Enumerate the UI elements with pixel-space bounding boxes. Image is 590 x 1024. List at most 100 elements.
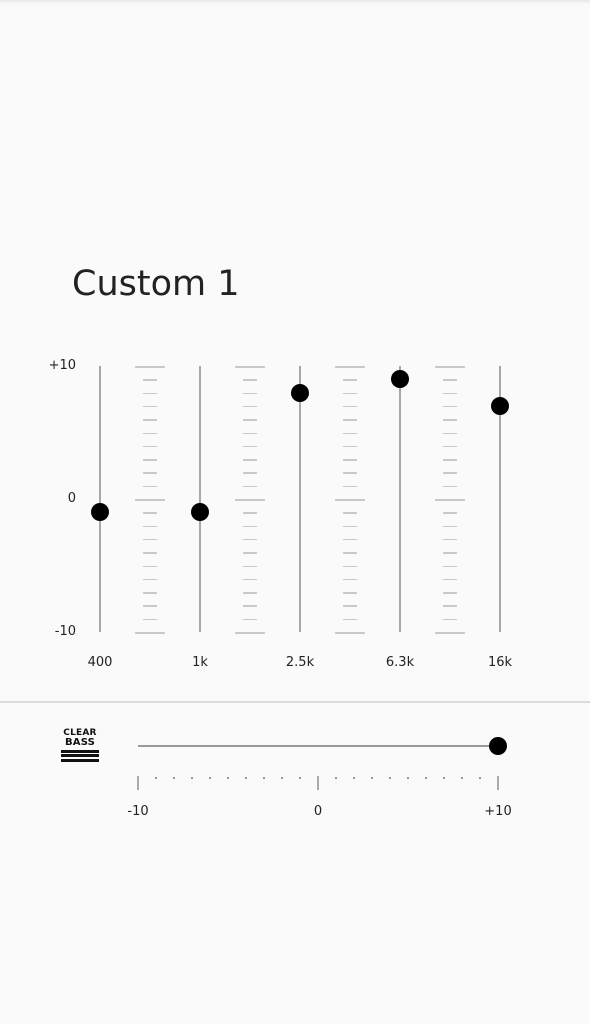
- scale-tick: [443, 419, 457, 421]
- scale-tick: [143, 432, 157, 434]
- scale-tick: [235, 499, 265, 501]
- scale-tick: [443, 405, 457, 408]
- y-label-min: -10: [54, 624, 76, 639]
- clear-bass-tick: [497, 776, 499, 790]
- scale-tick: [243, 419, 257, 421]
- clear-bass-tick: [245, 777, 247, 779]
- band-thumb-1k[interactable]: [191, 503, 209, 522]
- scale-tick: [143, 578, 157, 581]
- scale-tick: [343, 379, 357, 381]
- scale-tick: [343, 512, 357, 514]
- clear-bass-tick: [281, 777, 283, 779]
- scale-tick: [143, 552, 157, 554]
- scale-tick: [335, 499, 365, 501]
- band-track-6.3k[interactable]: [399, 366, 401, 632]
- scale-tick: [243, 512, 257, 514]
- scale-tick: [335, 366, 365, 368]
- band-thumb-16k[interactable]: [491, 396, 509, 415]
- scale-tick: [235, 632, 265, 634]
- scale-tick: [143, 512, 157, 514]
- scale-tick: [435, 499, 465, 501]
- scale-tick: [143, 472, 157, 474]
- scale-tick: [343, 538, 357, 541]
- clear-bass-tick: [137, 776, 139, 790]
- scale-tick: [243, 445, 257, 448]
- band-track-2.5k[interactable]: [299, 366, 301, 632]
- y-label-max: +10: [48, 358, 76, 373]
- scale-tick: [443, 485, 457, 488]
- scale-tick: [343, 565, 357, 567]
- scale-tick: [343, 392, 357, 395]
- clear-bass-label-max: +10: [484, 804, 512, 819]
- scale-tick: [243, 405, 257, 408]
- scale-tick: [343, 552, 357, 554]
- scale-tick: [443, 538, 457, 541]
- scale-tick: [235, 366, 265, 368]
- clear-bass-tick: [263, 777, 265, 779]
- scale-tick: [143, 538, 157, 541]
- band-label-16k: 16k: [487, 655, 513, 670]
- scale-tick: [243, 525, 257, 528]
- clear-bass-label-min: -10: [127, 804, 149, 819]
- scale-tick: [443, 618, 457, 621]
- clear-bass-tick: [461, 777, 463, 779]
- scale-tick: [443, 459, 457, 461]
- scale-tick: [443, 592, 457, 594]
- scale-tick: [243, 432, 257, 434]
- scale-tick: [135, 499, 165, 501]
- scale-tick: [243, 379, 257, 381]
- scale-tick: [143, 605, 157, 607]
- clear-bass-tick: [317, 776, 319, 790]
- scale-tick: [243, 605, 257, 607]
- clear-bass-tick: [353, 777, 355, 779]
- clear-bass-tick: [191, 777, 193, 779]
- scale-tick: [143, 419, 157, 421]
- scale-tick: [443, 472, 457, 474]
- clear-bass-tick: [389, 777, 391, 779]
- scale-tick: [343, 578, 357, 581]
- scale-tick: [243, 459, 257, 461]
- divider: [0, 701, 590, 703]
- scale-tick: [343, 472, 357, 474]
- band-thumb-400[interactable]: [91, 503, 109, 522]
- band-track-1k[interactable]: [199, 366, 201, 632]
- scale-tick: [143, 392, 157, 395]
- scale-tick: [143, 592, 157, 594]
- clear-bass-tick: [209, 777, 211, 779]
- clear-bass-tick: [173, 777, 175, 779]
- scale-tick: [443, 578, 457, 581]
- clear-bass-logo: CLEAR BASS: [61, 729, 99, 762]
- band-label-6.3k: 6.3k: [385, 655, 415, 670]
- clear-bass-tick: [299, 777, 301, 779]
- band-thumb-2.5k[interactable]: [291, 383, 309, 402]
- band-label-2.5k: 2.5k: [285, 655, 315, 670]
- status-bar-shadow: [0, 0, 590, 4]
- clear-bass-thumb[interactable]: [489, 737, 507, 755]
- clear-bass-track[interactable]: [138, 745, 498, 747]
- clear-bass-tick: [425, 777, 427, 779]
- clear-bass-tick: [443, 777, 445, 779]
- scale-tick: [143, 618, 157, 621]
- band-thumb-6.3k[interactable]: [391, 370, 409, 389]
- scale-tick: [435, 632, 465, 634]
- scale-tick: [343, 525, 357, 528]
- band-track-400[interactable]: [99, 366, 101, 632]
- band-label-1k: 1k: [192, 655, 208, 670]
- clear-bass-tick: [479, 777, 481, 779]
- clear-bass-label-zero: 0: [313, 804, 323, 819]
- scale-tick: [243, 538, 257, 541]
- scale-tick: [343, 405, 357, 408]
- scale-tick: [443, 432, 457, 434]
- clear-bass-tick: [155, 777, 157, 779]
- scale-tick: [343, 592, 357, 594]
- scale-tick: [443, 445, 457, 448]
- scale-tick: [443, 605, 457, 607]
- scale-tick: [243, 485, 257, 488]
- band-label-400: 400: [87, 655, 113, 670]
- scale-tick: [143, 525, 157, 528]
- scale-tick: [143, 405, 157, 408]
- scale-tick: [343, 432, 357, 434]
- scale-tick: [243, 592, 257, 594]
- scale-tick: [143, 379, 157, 381]
- scale-tick: [335, 632, 365, 634]
